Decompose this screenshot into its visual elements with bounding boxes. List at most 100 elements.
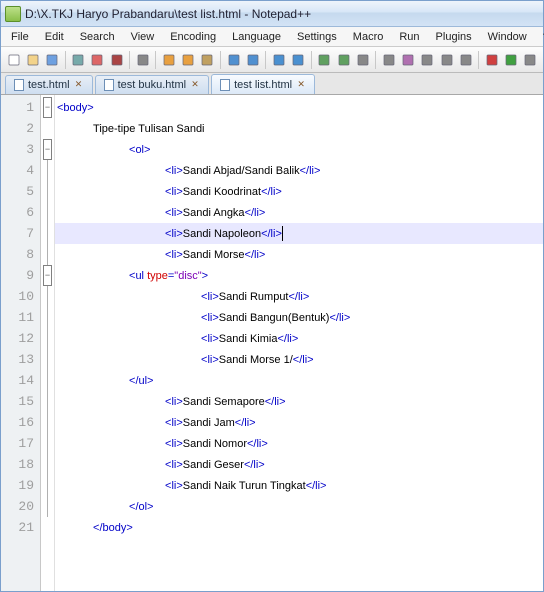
code-line-11[interactable]: <li>Sandi Bangun(Bentuk)</li> bbox=[55, 307, 543, 328]
cut-button[interactable] bbox=[160, 51, 177, 69]
code-line-12[interactable]: <li>Sandi Kimia</li> bbox=[55, 328, 543, 349]
fold-cell[interactable] bbox=[41, 307, 54, 328]
code-line-16[interactable]: <li>Sandi Jam</li> bbox=[55, 412, 543, 433]
wrap-button[interactable] bbox=[380, 51, 397, 69]
fold-cell[interactable] bbox=[41, 475, 54, 496]
sync-button[interactable] bbox=[354, 51, 371, 69]
code-line-5[interactable]: <li>Sandi Koodrinat</li> bbox=[55, 181, 543, 202]
fold-cell[interactable] bbox=[41, 181, 54, 202]
tab-test-list-html[interactable]: test list.html✕ bbox=[211, 74, 315, 94]
fold-toggle-icon[interactable]: − bbox=[43, 265, 52, 286]
line-number: 10 bbox=[1, 286, 40, 307]
code-line-8[interactable]: <li>Sandi Morse</li> bbox=[55, 244, 543, 265]
code-line-19[interactable]: <li>Sandi Naik Turun Tingkat</li> bbox=[55, 475, 543, 496]
menu-plugins[interactable]: Plugins bbox=[428, 29, 480, 45]
fold-cell[interactable] bbox=[41, 118, 54, 139]
menu-?[interactable]: ? bbox=[535, 29, 544, 45]
close-button[interactable] bbox=[89, 51, 106, 69]
fold-cell[interactable] bbox=[41, 202, 54, 223]
toolbar bbox=[1, 47, 543, 73]
close-tab-icon[interactable]: ✕ bbox=[74, 80, 84, 90]
undo-button[interactable] bbox=[225, 51, 242, 69]
replace-button[interactable] bbox=[290, 51, 307, 69]
code-line-14[interactable]: </ul> bbox=[55, 370, 543, 391]
fold-toggle-icon[interactable]: − bbox=[43, 139, 52, 160]
code-line-9[interactable]: <ul type="disc"> bbox=[55, 265, 543, 286]
macro-button[interactable] bbox=[522, 51, 539, 69]
line-number: 3 bbox=[1, 139, 40, 160]
code-area[interactable]: <body> Tipe-tipe Tulisan Sandi <ol> <li>… bbox=[55, 95, 543, 591]
fold-line bbox=[47, 286, 48, 307]
fold-cell[interactable] bbox=[41, 223, 54, 244]
save-button[interactable] bbox=[43, 51, 60, 69]
play-button[interactable] bbox=[503, 51, 520, 69]
menu-encoding[interactable]: Encoding bbox=[162, 29, 224, 45]
new-button[interactable] bbox=[5, 51, 22, 69]
close-all-button[interactable] bbox=[108, 51, 125, 69]
fold-cell[interactable] bbox=[41, 349, 54, 370]
tab-bar: test.html✕test buku.html✕test list.html✕ bbox=[1, 73, 543, 95]
fold-cell[interactable]: − bbox=[41, 265, 54, 286]
line-number: 16 bbox=[1, 412, 40, 433]
code-line-1[interactable]: <body> bbox=[55, 97, 543, 118]
code-line-20[interactable]: </ol> bbox=[55, 496, 543, 517]
fold-line bbox=[47, 412, 48, 433]
tab-test-html[interactable]: test.html✕ bbox=[5, 75, 93, 94]
code-line-13[interactable]: <li>Sandi Morse 1/</li> bbox=[55, 349, 543, 370]
fold-cell[interactable] bbox=[41, 286, 54, 307]
code-line-4[interactable]: <li>Sandi Abjad/Sandi Balik</li> bbox=[55, 160, 543, 181]
record-button[interactable] bbox=[483, 51, 500, 69]
menu-settings[interactable]: Settings bbox=[289, 29, 345, 45]
code-line-10[interactable]: <li>Sandi Rumput</li> bbox=[55, 286, 543, 307]
code-line-2[interactable]: Tipe-tipe Tulisan Sandi bbox=[55, 118, 543, 139]
fold-cell[interactable] bbox=[41, 328, 54, 349]
fold-cell[interactable] bbox=[41, 433, 54, 454]
fold-cell[interactable]: − bbox=[41, 139, 54, 160]
code-line-17[interactable]: <li>Sandi Nomor</li> bbox=[55, 433, 543, 454]
close-tab-icon[interactable]: ✕ bbox=[190, 80, 200, 90]
tab-test-buku-html[interactable]: test buku.html✕ bbox=[95, 75, 209, 94]
fold-button[interactable] bbox=[438, 51, 455, 69]
fold-cell[interactable] bbox=[41, 454, 54, 475]
fold-cell[interactable] bbox=[41, 391, 54, 412]
code-line-3[interactable]: <ol> bbox=[55, 139, 543, 160]
code-line-6[interactable]: <li>Sandi Angka</li> bbox=[55, 202, 543, 223]
fold-cell[interactable] bbox=[41, 517, 54, 538]
menu-file[interactable]: File bbox=[3, 29, 37, 45]
redo-button[interactable] bbox=[244, 51, 261, 69]
menu-macro[interactable]: Macro bbox=[345, 29, 392, 45]
fold-cell[interactable] bbox=[41, 244, 54, 265]
app-icon bbox=[5, 6, 21, 22]
fold-cell[interactable] bbox=[41, 370, 54, 391]
menu-language[interactable]: Language bbox=[224, 29, 289, 45]
zoom-out-button[interactable] bbox=[335, 51, 352, 69]
paste-button[interactable] bbox=[199, 51, 216, 69]
menu-view[interactable]: View bbox=[123, 29, 163, 45]
code-line-15[interactable]: <li>Sandi Semapore</li> bbox=[55, 391, 543, 412]
fold-cell[interactable]: − bbox=[41, 97, 54, 118]
menu-edit[interactable]: Edit bbox=[37, 29, 72, 45]
fold-cell[interactable] bbox=[41, 496, 54, 517]
code-line-7[interactable]: <li>Sandi Napoleon</li> bbox=[55, 223, 543, 244]
menu-window[interactable]: Window bbox=[480, 29, 535, 45]
fold-cell[interactable] bbox=[41, 412, 54, 433]
zoom-in-button[interactable] bbox=[316, 51, 333, 69]
menu-search[interactable]: Search bbox=[72, 29, 123, 45]
code-line-18[interactable]: <li>Sandi Geser</li> bbox=[55, 454, 543, 475]
line-number: 11 bbox=[1, 307, 40, 328]
file-icon bbox=[220, 79, 230, 91]
fold-cell[interactable] bbox=[41, 160, 54, 181]
save-all-button[interactable] bbox=[70, 51, 87, 69]
close-tab-icon[interactable]: ✕ bbox=[296, 80, 306, 90]
indent-button[interactable] bbox=[419, 51, 436, 69]
find-button[interactable] bbox=[270, 51, 287, 69]
open-button[interactable] bbox=[24, 51, 41, 69]
unfold-button[interactable] bbox=[457, 51, 474, 69]
show-all-button[interactable] bbox=[400, 51, 417, 69]
menu-run[interactable]: Run bbox=[391, 29, 427, 45]
print-button[interactable] bbox=[134, 51, 151, 69]
copy-button[interactable] bbox=[180, 51, 197, 69]
fold-toggle-icon[interactable]: − bbox=[43, 97, 52, 118]
fold-line bbox=[47, 391, 48, 412]
code-line-21[interactable]: </body> bbox=[55, 517, 543, 538]
